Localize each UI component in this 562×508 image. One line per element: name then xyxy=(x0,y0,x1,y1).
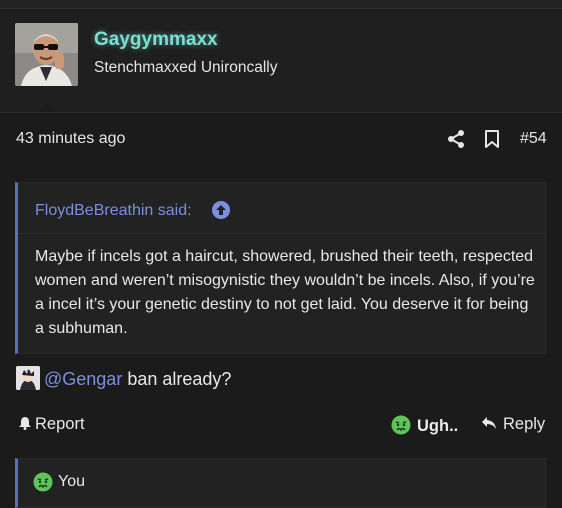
reaction-button[interactable]: Ugh.. xyxy=(391,415,458,436)
reactions-bar[interactable]: You xyxy=(15,458,546,508)
user-avatar[interactable] xyxy=(15,23,78,86)
report-label: Report xyxy=(35,415,85,433)
share-icon[interactable] xyxy=(446,129,466,149)
mention-avatar xyxy=(16,366,40,390)
previous-post-edge xyxy=(0,0,562,9)
quote-header: FloydBeBreathin said: xyxy=(18,183,545,234)
divider xyxy=(0,112,562,113)
user-title: Stenchmaxxed Unironcally xyxy=(94,59,278,76)
reply-button[interactable]: Reply xyxy=(481,415,545,434)
reactions-summary[interactable]: You xyxy=(58,473,85,491)
quote-block: FloydBeBreathin said: Maybe if incels go… xyxy=(15,182,546,354)
reply-label: Reply xyxy=(503,415,546,433)
post-number[interactable]: #54 xyxy=(520,130,547,148)
reaction-label: Ugh.. xyxy=(417,417,459,435)
report-button[interactable]: Report xyxy=(18,415,85,434)
sick-face-icon xyxy=(391,415,411,435)
user-mention-link[interactable]: @Gengar xyxy=(44,369,122,389)
username[interactable]: Gaygymmaxx xyxy=(94,29,218,51)
post-timestamp[interactable]: 43 minutes ago xyxy=(16,130,125,148)
post-user-header xyxy=(0,9,562,112)
quote-author-link[interactable]: FloydBeBreathin said: xyxy=(35,202,192,220)
bookmark-icon[interactable] xyxy=(483,129,501,149)
sick-face-icon xyxy=(33,472,53,492)
post-message: @Gengar ban already? xyxy=(44,369,231,390)
quote-text: Maybe if incels got a haircut, showered,… xyxy=(35,248,535,337)
message-text: ban already? xyxy=(122,369,232,389)
up-arrow-icon[interactable] xyxy=(211,200,231,220)
reply-icon xyxy=(481,416,497,430)
bell-icon xyxy=(18,416,32,430)
